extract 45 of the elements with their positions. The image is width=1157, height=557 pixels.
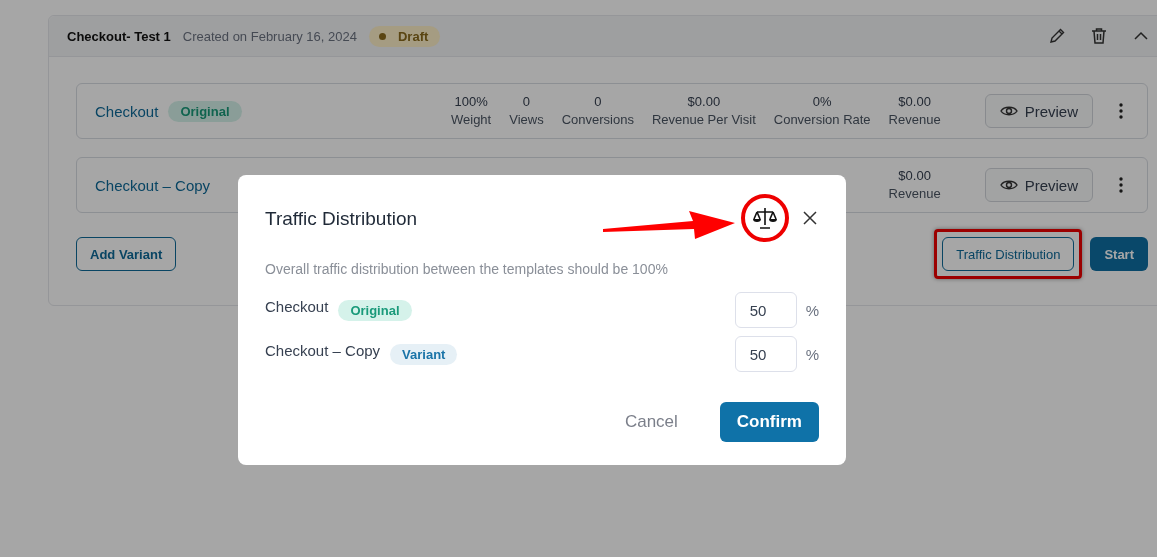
stat-label: Revenue [888,111,941,129]
percent-unit: % [805,345,819,363]
test-title: Checkout- Test 1 [67,28,171,44]
template-name: Checkout – Copy [265,341,381,359]
more-icon[interactable] [1119,177,1123,193]
stat-label: Views [509,111,544,129]
stat-value: 0% [812,93,832,111]
percent-unit: % [805,301,819,319]
percent-input[interactable]: 50 [734,336,797,372]
dialog-title: Traffic Distribution [265,207,418,230]
stat-value: $0.00 [898,167,931,185]
stat-value: 0 [594,93,602,111]
percent-input[interactable]: 50 [734,292,797,328]
stat-value: $0.00 [687,93,721,111]
add-variant-button[interactable]: Add Variant [76,237,177,271]
stat-value: 100% [454,93,488,111]
confirm-button[interactable]: Confirm [719,402,819,442]
stat-value: $0.00 [898,93,931,111]
traffic-distribution-button[interactable]: Traffic Distribution [942,237,1075,271]
eye-icon [999,105,1018,117]
status-badge: Original [338,299,412,321]
eye-icon [999,179,1018,191]
template-name: Checkout [265,297,329,315]
dialog-hint: Overall traffic distribution between the templates should be 100% [265,261,669,277]
status-badge: Variant [390,343,458,365]
stat-label: Conversion Rate [773,111,871,129]
start-button[interactable]: Start [1090,237,1148,271]
stat-label: Revenue Per Visit [651,111,756,129]
stat-value: 0 [522,93,531,111]
preview-button[interactable]: Preview [984,94,1093,128]
stat-label: Revenue [888,185,941,203]
created-date: Created on February 16, 2024 [182,28,357,44]
close-icon[interactable] [803,211,817,225]
status-badge: Draft [368,25,441,47]
more-icon[interactable] [1119,103,1123,119]
variant-link[interactable]: Checkout – Copy [95,176,211,194]
preview-button[interactable]: Preview [984,168,1093,202]
cancel-button[interactable]: Cancel [618,411,684,433]
status-badge: Original [168,100,242,122]
stat-label: Weight [451,111,492,129]
trash-icon[interactable] [1090,27,1108,45]
variant-link[interactable]: Checkout [95,102,159,120]
stat-label: Conversions [561,111,634,129]
pencil-icon[interactable] [1048,27,1066,45]
highlighted-scale-icon[interactable] [740,193,790,243]
